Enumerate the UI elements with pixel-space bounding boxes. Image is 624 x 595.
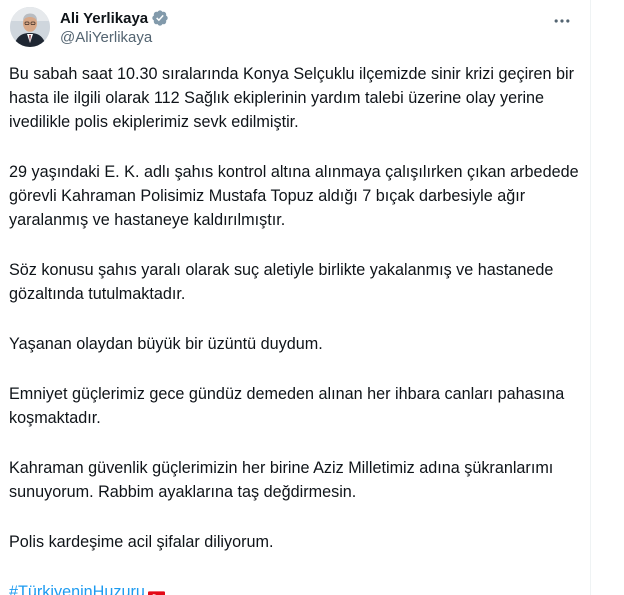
more-options-icon[interactable] bbox=[548, 10, 576, 32]
tweet-paragraph: Kahraman güvenlik güçlerimizin her birin… bbox=[9, 459, 554, 501]
tweet-paragraph: Polis kardeşime acil şifalar diliyorum. bbox=[9, 533, 274, 551]
tweet-paragraph: Söz konusu şahıs yaralı olarak suç aleti… bbox=[9, 261, 554, 303]
tweet: Ali Yerlikaya @AliYerlikaya Bu sabah saa… bbox=[0, 0, 591, 595]
author-name-row: Ali Yerlikaya bbox=[60, 8, 169, 28]
tweet-header: Ali Yerlikaya @AliYerlikaya bbox=[8, 6, 590, 50]
hashtag-link[interactable]: #TürkiyeninHuzuru bbox=[9, 580, 145, 595]
hashtag-line: #TürkiyeninHuzuru bbox=[9, 580, 579, 595]
avatar[interactable] bbox=[10, 7, 50, 47]
tweet-text: Bu sabah saat 10.30 sıralarında Konya Se… bbox=[9, 62, 579, 595]
author-handle[interactable]: @AliYerlikaya bbox=[60, 29, 169, 46]
author-info: Ali Yerlikaya @AliYerlikaya bbox=[60, 8, 169, 46]
turkey-flag-icon bbox=[147, 586, 165, 595]
tweet-paragraph: Bu sabah saat 10.30 sıralarında Konya Se… bbox=[9, 65, 575, 131]
author-display-name[interactable]: Ali Yerlikaya bbox=[60, 10, 148, 27]
tweet-paragraph: Emniyet güçlerimiz gece gündüz demeden a… bbox=[9, 385, 565, 427]
tweet-paragraph: 29 yaşındaki E. K. adlı şahıs kontrol al… bbox=[9, 163, 579, 229]
tweet-paragraph: Yaşanan olaydan büyük bir üzüntü duydum. bbox=[9, 335, 323, 353]
verified-badge-icon[interactable] bbox=[151, 9, 169, 27]
